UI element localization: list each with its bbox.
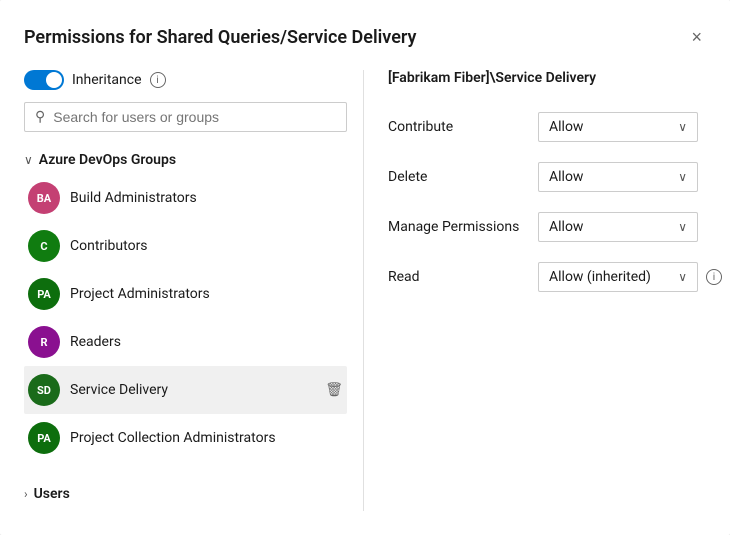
permissions-dialog: Permissions for Shared Queries/Service D… xyxy=(0,0,730,535)
permission-select-read[interactable]: Allow (inherited) ∨ xyxy=(538,262,698,292)
permission-label-delete: Delete xyxy=(388,169,538,185)
azure-devops-groups-header[interactable]: ∨ Azure DevOps Groups xyxy=(24,144,347,174)
permission-label-read: Read xyxy=(388,269,538,285)
dropdown-chevron-read: ∨ xyxy=(678,270,687,284)
read-info-icon[interactable]: i xyxy=(706,269,722,285)
users-chevron-icon: › xyxy=(24,487,28,501)
group-item-name: Readers xyxy=(70,334,343,350)
group-item-build-administrators[interactable]: BA Build Administrators xyxy=(24,174,347,222)
avatar-contributors: C xyxy=(28,230,60,262)
avatar-readers: R xyxy=(28,326,60,358)
group-item-name: Service Delivery xyxy=(70,382,315,398)
avatar-project-administrators: PA xyxy=(28,278,60,310)
inheritance-label: Inheritance xyxy=(72,72,142,88)
dialog-body: Inheritance i ⚲ ∨ Azure DevOps Groups BA xyxy=(24,70,706,511)
group-item-name: Project Administrators xyxy=(70,286,343,302)
permissions-context: [Fabrikam Fiber]\Service Delivery xyxy=(388,70,722,86)
azure-devops-groups-section: ∨ Azure DevOps Groups BA Build Administr… xyxy=(24,144,347,462)
groups-chevron-icon: ∨ xyxy=(24,153,33,167)
permission-row-manage-permissions: Manage Permissions Allow ∨ xyxy=(388,202,722,252)
permission-select-contribute[interactable]: Allow ∨ xyxy=(538,112,698,142)
delete-group-icon[interactable]: 🗑 xyxy=(325,382,343,398)
inheritance-row: Inheritance i xyxy=(24,70,347,90)
right-panel: [Fabrikam Fiber]\Service Delivery Contri… xyxy=(364,70,722,511)
avatar-service-delivery: SD xyxy=(28,374,60,406)
permission-value-read: Allow (inherited) xyxy=(549,269,651,285)
permission-value-manage-permissions: Allow xyxy=(549,219,583,235)
close-button[interactable]: × xyxy=(687,24,706,50)
left-panel: Inheritance i ⚲ ∨ Azure DevOps Groups BA xyxy=(24,70,364,511)
dialog-header: Permissions for Shared Queries/Service D… xyxy=(24,24,706,50)
permission-row-delete: Delete Allow ∨ xyxy=(388,152,722,202)
group-item-project-collection-administrators[interactable]: PA Project Collection Administrators xyxy=(24,414,347,462)
permission-row-read: Read Allow (inherited) ∨ i xyxy=(388,252,722,302)
group-item-name: Project Collection Administrators xyxy=(70,430,343,446)
groups-header-label: Azure DevOps Groups xyxy=(39,152,176,168)
dropdown-chevron-manage-permissions: ∨ xyxy=(678,220,687,234)
search-icon: ⚲ xyxy=(35,109,45,125)
permission-row-contribute: Contribute Allow ∨ xyxy=(388,102,722,152)
users-section: › Users xyxy=(24,478,347,510)
permission-select-manage-permissions[interactable]: Allow ∨ xyxy=(538,212,698,242)
permission-value-delete: Allow xyxy=(549,169,583,185)
groups-list: BA Build Administrators C Contributors P… xyxy=(24,174,347,462)
inheritance-info-icon[interactable]: i xyxy=(150,72,166,88)
permission-label-manage-permissions: Manage Permissions xyxy=(388,219,538,235)
permission-value-contribute: Allow xyxy=(549,119,583,135)
users-header[interactable]: › Users xyxy=(24,478,347,510)
avatar-build-administrators: BA xyxy=(28,182,60,214)
group-item-name: Build Administrators xyxy=(70,190,343,206)
dropdown-chevron-contribute: ∨ xyxy=(678,120,687,134)
search-input[interactable] xyxy=(53,109,336,125)
group-item-name: Contributors xyxy=(70,238,343,254)
permission-row-read-controls: Allow (inherited) ∨ i xyxy=(538,262,722,292)
permission-label-contribute: Contribute xyxy=(388,119,538,135)
inheritance-toggle[interactable] xyxy=(24,70,64,90)
group-item-readers[interactable]: R Readers xyxy=(24,318,347,366)
users-header-label: Users xyxy=(34,486,70,502)
group-item-contributors[interactable]: C Contributors xyxy=(24,222,347,270)
dropdown-chevron-delete: ∨ xyxy=(678,170,687,184)
permission-select-delete[interactable]: Allow ∨ xyxy=(538,162,698,192)
group-item-service-delivery[interactable]: SD Service Delivery 🗑 xyxy=(24,366,347,414)
group-item-project-administrators[interactable]: PA Project Administrators xyxy=(24,270,347,318)
search-box[interactable]: ⚲ xyxy=(24,102,347,132)
avatar-project-collection-administrators: PA xyxy=(28,422,60,454)
dialog-title: Permissions for Shared Queries/Service D… xyxy=(24,27,416,48)
